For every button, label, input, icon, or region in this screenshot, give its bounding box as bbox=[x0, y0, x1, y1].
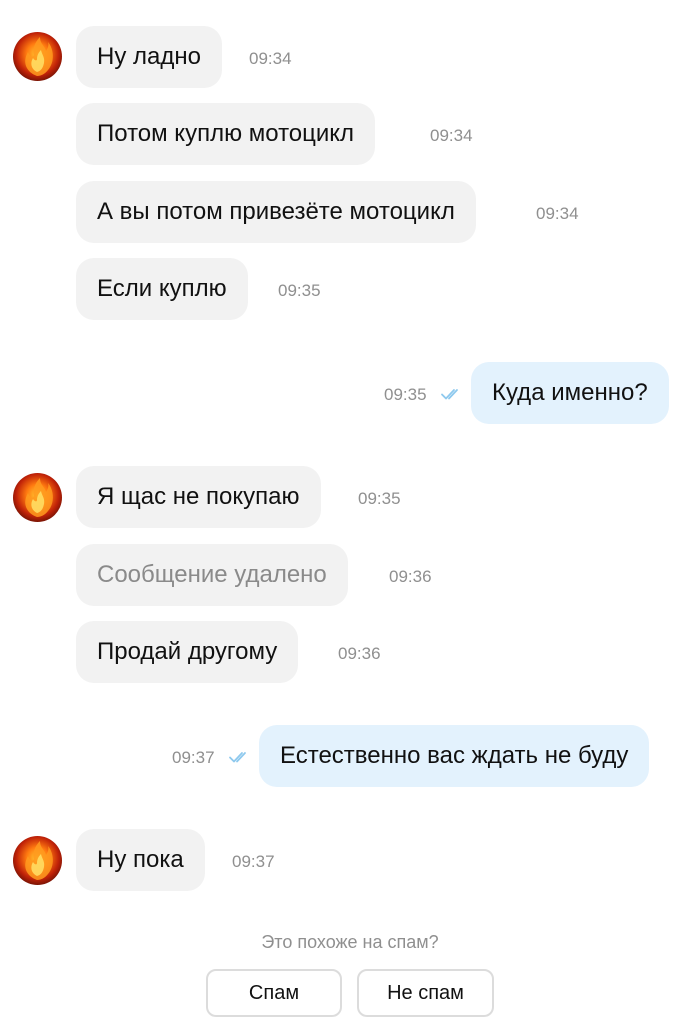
incoming-message-bubble[interactable]: Ну ладно bbox=[76, 26, 222, 88]
spam-question: Это похоже на спам? bbox=[261, 932, 439, 952]
message-timestamp: 09:36 bbox=[338, 644, 381, 663]
contact-avatar[interactable] bbox=[13, 473, 62, 522]
message-timestamp: 09:34 bbox=[430, 126, 473, 145]
contact-avatar[interactable] bbox=[13, 32, 62, 81]
outgoing-message-bubble[interactable]: Куда именно? bbox=[471, 362, 669, 424]
read-checkmarks-icon bbox=[228, 749, 252, 765]
incoming-message-bubble[interactable]: Продай другому bbox=[76, 621, 299, 683]
message-timestamp: 09:35 bbox=[384, 385, 427, 404]
message-timestamp: 09:35 bbox=[358, 489, 401, 508]
outgoing-message-bubble[interactable]: Естественно вас ждать не буду bbox=[259, 725, 650, 787]
not-spam-button[interactable]: Не спам bbox=[357, 969, 494, 1017]
message-timestamp: 09:35 bbox=[278, 281, 321, 300]
deleted-message-bubble[interactable]: Сообщение удалено bbox=[76, 544, 348, 606]
incoming-message-bubble[interactable]: Я щас не покупаю bbox=[76, 466, 321, 528]
message-timestamp: 09:37 bbox=[172, 748, 215, 767]
message-timestamp: 09:34 bbox=[536, 204, 579, 223]
incoming-message-bubble[interactable]: Потом куплю мотоцикл bbox=[76, 103, 376, 165]
message-timestamp: 09:36 bbox=[389, 567, 432, 586]
contact-avatar[interactable] bbox=[13, 836, 62, 885]
message-timestamp: 09:37 bbox=[232, 852, 275, 871]
incoming-message-bubble[interactable]: Ну пока bbox=[76, 829, 205, 891]
incoming-message-bubble[interactable]: А вы потом привезёте мотоцикл bbox=[76, 181, 476, 243]
spam-button[interactable]: Спам bbox=[206, 969, 342, 1017]
message-timestamp: 09:34 bbox=[249, 49, 292, 68]
read-checkmarks-icon bbox=[440, 386, 464, 402]
incoming-message-bubble[interactable]: Если куплю bbox=[76, 258, 248, 320]
